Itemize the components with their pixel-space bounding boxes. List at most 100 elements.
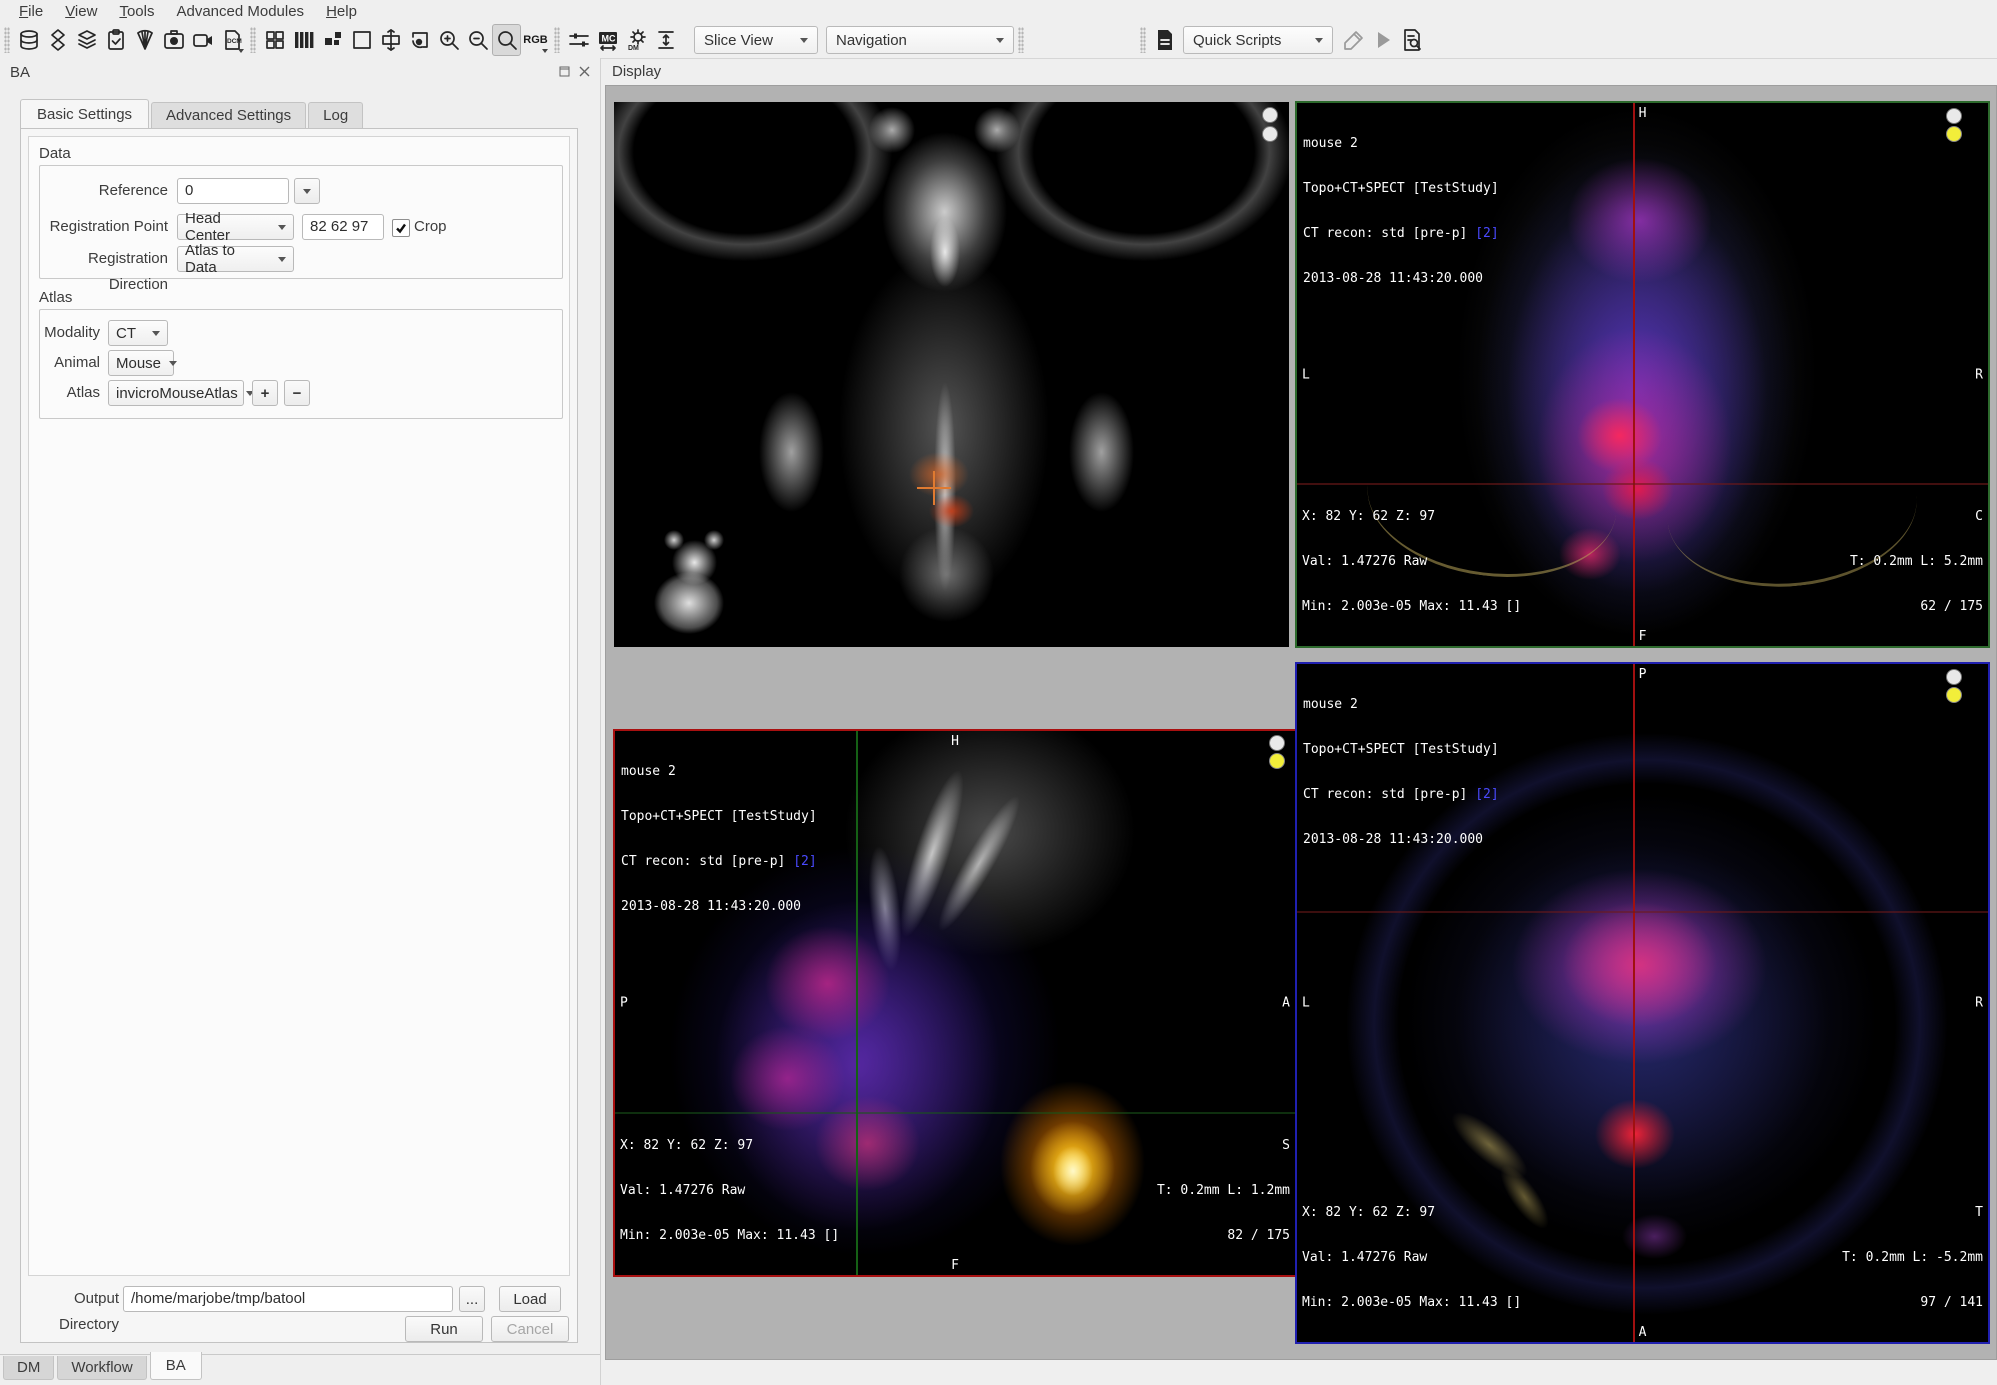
dm-gear-icon[interactable]: DM bbox=[622, 24, 651, 56]
slice-view-select[interactable]: Slice View bbox=[694, 26, 818, 54]
run-script-icon[interactable] bbox=[1368, 24, 1397, 56]
output-directory-field[interactable]: /home/marjobe/tmp/batool bbox=[123, 1286, 453, 1312]
zoom-tool-icon[interactable] bbox=[492, 24, 521, 56]
registration-direction-label: Registration Direction bbox=[40, 246, 168, 272]
add-atlas-button[interactable]: + bbox=[252, 380, 278, 406]
tab-advanced-settings[interactable]: Advanced Settings bbox=[151, 102, 306, 128]
camera-icon[interactable] bbox=[159, 24, 188, 56]
float-panel-icon[interactable] bbox=[557, 64, 572, 79]
dcm-label: DCM bbox=[227, 38, 242, 45]
toolbar-grip[interactable] bbox=[1018, 27, 1024, 53]
crop-tool-icon[interactable] bbox=[376, 24, 405, 56]
video-camera-icon[interactable] bbox=[188, 24, 217, 56]
status-dot-yellow[interactable] bbox=[1946, 687, 1962, 703]
scan-art-3d bbox=[614, 102, 1289, 647]
tab-basic-settings[interactable]: Basic Settings bbox=[20, 99, 149, 129]
registration-point-select[interactable]: Head Center bbox=[177, 214, 294, 240]
toolbar-grip[interactable] bbox=[250, 27, 256, 53]
zoom-out-icon[interactable] bbox=[463, 24, 492, 56]
cursor-info: X: 82 Y: 62 Z: 97 Val: 1.47276 Raw Min: … bbox=[1302, 1175, 1521, 1340]
adjust-sliders-icon[interactable] bbox=[564, 24, 593, 56]
toolbar-grip[interactable] bbox=[1140, 27, 1146, 53]
main-toolbar: DCM RGB MC DM Slice View Navigation Quic… bbox=[0, 22, 1997, 59]
app-window: File View Tools Advanced Modules Help DC… bbox=[0, 0, 1997, 1385]
registration-point-label: Registration Point bbox=[40, 214, 168, 240]
remove-atlas-button[interactable]: − bbox=[284, 380, 310, 406]
cursor-info: X: 82 Y: 62 Z: 97 Val: 1.47276 Raw Min: … bbox=[620, 1108, 839, 1273]
load-button[interactable]: Load bbox=[499, 1286, 561, 1312]
chevron-down-icon bbox=[278, 257, 286, 262]
column-views-icon[interactable] bbox=[289, 24, 318, 56]
dock-tab-dm[interactable]: DM bbox=[3, 1356, 54, 1380]
reference-picker-button[interactable] bbox=[294, 178, 320, 204]
dock-tab-workflow[interactable]: Workflow bbox=[57, 1356, 146, 1380]
cancel-button[interactable]: Cancel bbox=[491, 1316, 569, 1342]
status-dot-yellow[interactable] bbox=[1946, 126, 1962, 142]
toolbar-grip[interactable] bbox=[4, 27, 10, 53]
diamond-layers-icon[interactable] bbox=[43, 24, 72, 56]
range-scale-icon[interactable] bbox=[651, 24, 680, 56]
navigation-select[interactable]: Navigation bbox=[826, 26, 1014, 54]
grid-views-icon[interactable] bbox=[260, 24, 289, 56]
menu-advanced-modules[interactable]: Advanced Modules bbox=[165, 1, 315, 22]
menu-tools[interactable]: Tools bbox=[108, 1, 165, 22]
status-dot-white[interactable] bbox=[1946, 108, 1962, 124]
zoom-in-icon[interactable] bbox=[434, 24, 463, 56]
status-dot-white[interactable] bbox=[1946, 669, 1962, 685]
orientation-left: P bbox=[620, 996, 628, 1011]
series-overlay: mouse 2 Topo+CT+SPECT [TestStudy] CT rec… bbox=[1303, 106, 1499, 316]
registration-point-coords-field[interactable]: 82 62 97 bbox=[302, 214, 384, 240]
slice-info: T T: 0.2mm L: -5.2mm 97 / 141 bbox=[1842, 1175, 1983, 1340]
rotate-view-icon[interactable] bbox=[405, 24, 434, 56]
animal-select[interactable]: Mouse bbox=[108, 350, 174, 376]
viewport-sagittal[interactable]: mouse 2 Topo+CT+SPECT [TestStudy] CT rec… bbox=[613, 729, 1297, 1277]
browse-button[interactable]: ... bbox=[459, 1286, 485, 1312]
panel-title: BA bbox=[10, 64, 30, 81]
status-dot-white[interactable] bbox=[1269, 735, 1285, 751]
crop-checkbox[interactable] bbox=[392, 219, 410, 237]
menu-view[interactable]: View bbox=[54, 1, 108, 22]
database-icon[interactable] bbox=[14, 24, 43, 56]
rgb-dropdown-arrow bbox=[542, 49, 548, 53]
series-overlay: mouse 2 Topo+CT+SPECT [TestStudy] CT rec… bbox=[1303, 667, 1499, 877]
single-view-icon[interactable] bbox=[347, 24, 376, 56]
crosshair-3d-vertical bbox=[933, 471, 935, 505]
tab-log[interactable]: Log bbox=[308, 102, 363, 128]
stacked-layers-icon[interactable] bbox=[72, 24, 101, 56]
orientation-left: L bbox=[1302, 367, 1310, 382]
menu-help[interactable]: Help bbox=[315, 1, 368, 22]
toolbar-grip[interactable] bbox=[554, 27, 560, 53]
clipboard-check-icon[interactable] bbox=[101, 24, 130, 56]
chevron-down-icon bbox=[303, 189, 311, 194]
registration-direction-select[interactable]: Atlas to Data bbox=[177, 246, 294, 272]
status-dot-2[interactable] bbox=[1262, 126, 1278, 142]
fan-icon[interactable] bbox=[130, 24, 159, 56]
menu-file[interactable]: File bbox=[8, 1, 54, 22]
viewport-coronal[interactable]: mouse 2 Topo+CT+SPECT [TestStudy] CT rec… bbox=[1295, 101, 1990, 648]
script-log-icon[interactable] bbox=[1397, 24, 1426, 56]
atlas-group-frame: Modality CT Animal Mouse Atlas invicroMo… bbox=[39, 309, 563, 419]
data-group-label: Data bbox=[39, 145, 71, 162]
modality-select[interactable]: CT bbox=[108, 320, 168, 346]
orientation-right: R bbox=[1975, 367, 1983, 382]
script-file-icon[interactable] bbox=[1150, 24, 1179, 56]
dock-tabbar: DM Workflow BA bbox=[0, 1354, 600, 1380]
mosaic-views-icon[interactable] bbox=[318, 24, 347, 56]
orientation-top: H bbox=[1639, 106, 1647, 121]
status-dot-yellow[interactable] bbox=[1269, 753, 1285, 769]
viewport-3d-mip[interactable] bbox=[614, 102, 1289, 647]
dcm-file-icon[interactable]: DCM bbox=[217, 24, 246, 56]
series-overlay: mouse 2 Topo+CT+SPECT [TestStudy] CT rec… bbox=[621, 734, 817, 944]
viewport-axial[interactable]: mouse 2 Topo+CT+SPECT [TestStudy] CT rec… bbox=[1295, 662, 1990, 1344]
dock-tab-ba[interactable]: BA bbox=[150, 1352, 202, 1380]
basic-settings-page: Data Reference 0 Registration Point Head… bbox=[20, 128, 578, 1343]
mc-registration-icon[interactable]: MC bbox=[593, 24, 622, 56]
quick-scripts-select[interactable]: Quick Scripts bbox=[1183, 26, 1333, 54]
status-dot-1[interactable] bbox=[1262, 107, 1278, 123]
run-button[interactable]: Run bbox=[405, 1316, 483, 1342]
atlas-select[interactable]: invicroMouseAtlas bbox=[108, 380, 244, 406]
reference-field[interactable]: 0 bbox=[177, 178, 289, 204]
close-panel-icon[interactable] bbox=[577, 64, 592, 79]
edit-script-icon[interactable] bbox=[1339, 24, 1368, 56]
rgb-channels-button[interactable]: RGB bbox=[521, 24, 550, 56]
